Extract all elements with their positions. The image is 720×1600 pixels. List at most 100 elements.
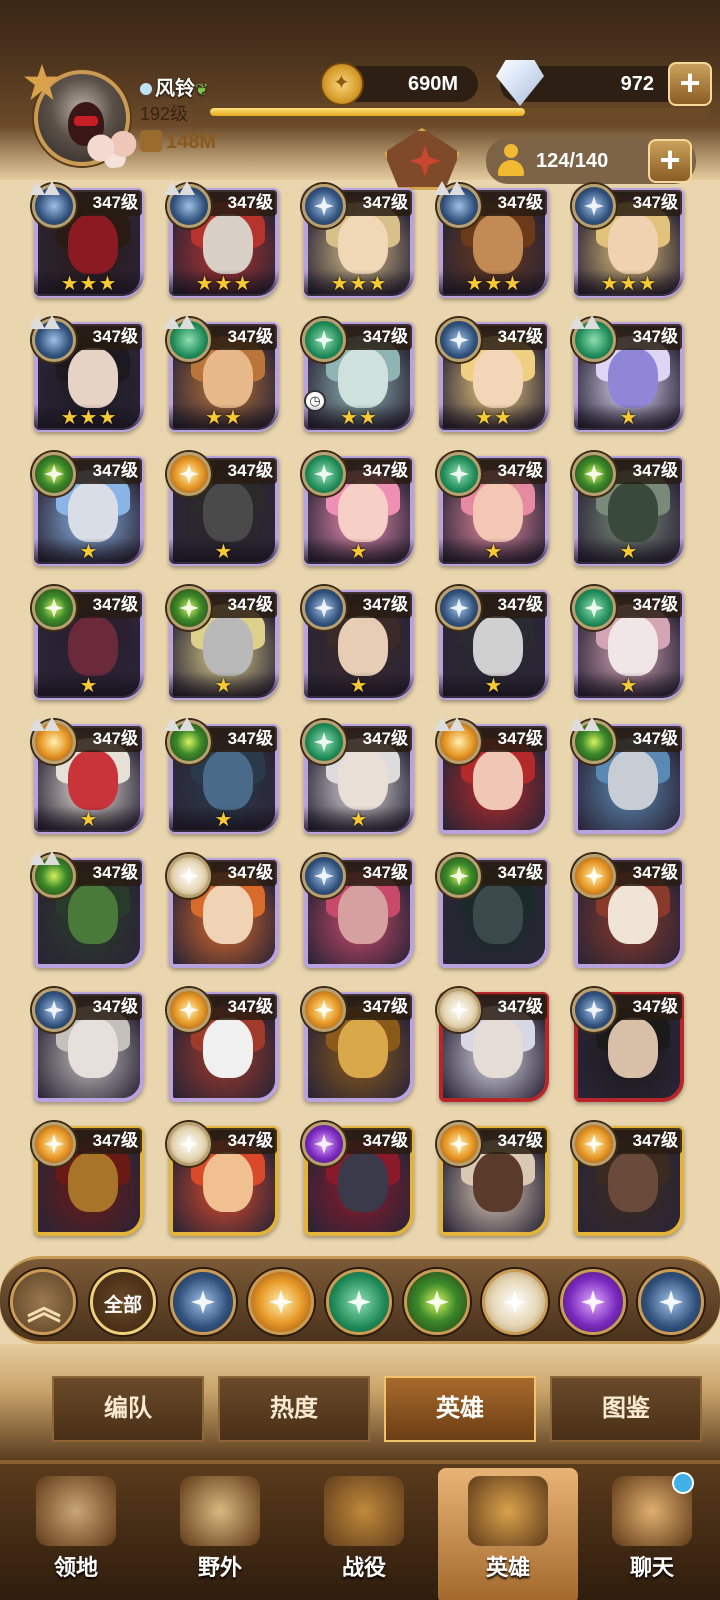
hero-card[interactable]: 347级 xyxy=(570,988,686,1104)
faction-green-icon xyxy=(302,318,346,362)
castle-icon xyxy=(36,1476,116,1546)
xp-bar-fill xyxy=(210,108,525,116)
hero-card[interactable]: 347级 xyxy=(300,854,416,970)
dimensional-filter[interactable] xyxy=(638,1269,704,1335)
hero-stars: ★ xyxy=(574,672,684,698)
hero-card[interactable]: 347级 ★★★ xyxy=(165,184,281,300)
nav-item-2[interactable]: 战役 xyxy=(294,1468,434,1600)
hero-card[interactable]: 347级 ★ xyxy=(570,318,686,434)
chevron-double-up-icon[interactable] xyxy=(10,1269,76,1335)
faction-blue-icon xyxy=(302,854,346,898)
hero-card[interactable]: 347级 xyxy=(435,988,551,1104)
hero-stars: ★ xyxy=(304,538,414,564)
faction-green-icon xyxy=(437,452,481,496)
faction-eye-icon xyxy=(167,720,211,764)
hero-card[interactable]: 347级 ★ xyxy=(165,586,281,702)
nav-item-4[interactable]: 聊天 xyxy=(582,1468,720,1600)
hypogean-filter[interactable] xyxy=(560,1269,626,1335)
subtab-2[interactable]: 英雄 xyxy=(384,1376,536,1442)
faction-blue-icon xyxy=(167,184,211,228)
wilder-filter[interactable] xyxy=(326,1269,392,1335)
hero-stars: ★★★ xyxy=(304,270,414,296)
nav-item-3[interactable]: 英雄 xyxy=(438,1468,578,1600)
hero-card[interactable]: 347级 ★ xyxy=(30,586,146,702)
celestial-filter[interactable] xyxy=(482,1269,548,1335)
subtab-1[interactable]: 热度 xyxy=(218,1376,370,1442)
mauler-filter[interactable] xyxy=(248,1269,314,1335)
hero-card[interactable]: 347级 xyxy=(165,988,281,1104)
hero-card[interactable]: 347级 ★ xyxy=(165,452,281,568)
filter-all-button[interactable]: 全部 xyxy=(90,1269,156,1335)
nav-item-0[interactable]: 领地 xyxy=(6,1468,146,1600)
hero-card[interactable]: 347级 ★ xyxy=(435,586,551,702)
faction-eye-icon xyxy=(572,720,616,764)
hero-card[interactable]: 347级 ★ xyxy=(300,452,416,568)
xp-bar xyxy=(210,108,710,116)
hero-card[interactable]: 347级 ★ xyxy=(435,452,551,568)
hero-card[interactable]: 347级 xyxy=(165,854,281,970)
faction-orange-icon xyxy=(572,854,616,898)
hero-card[interactable]: 347级 ★ xyxy=(30,452,146,568)
hero-card[interactable]: 347级 ★★★ xyxy=(30,184,146,300)
player-name: 风铃 xyxy=(155,78,195,100)
hero-stars: ★ xyxy=(169,806,279,832)
battle-shield-icon xyxy=(324,1476,404,1546)
hero-card[interactable]: 347级 ★★★ xyxy=(300,184,416,300)
hero-card[interactable]: 347级 ★ xyxy=(30,720,146,836)
hero-card[interactable]: 347级 xyxy=(300,988,416,1104)
hero-card[interactable]: 347级 xyxy=(570,1122,686,1238)
hero-card[interactable]: 347级 ★★ xyxy=(435,318,551,434)
faction-orange-icon xyxy=(167,452,211,496)
hero-card[interactable]: 347级 ★★★ xyxy=(570,184,686,300)
faction-blue-icon xyxy=(302,586,346,630)
hero-card[interactable]: 347级 ★★★ xyxy=(435,184,551,300)
faction-blue-icon xyxy=(32,184,76,228)
faction-white-icon xyxy=(167,1122,211,1166)
hero-card[interactable]: 347级 ★★★ xyxy=(30,318,146,434)
hero-card[interactable]: 347级 ★ xyxy=(300,586,416,702)
gold-counter[interactable]: 690M xyxy=(320,62,478,106)
faction-white-icon xyxy=(167,854,211,898)
hero-card[interactable]: 347级 xyxy=(300,1122,416,1238)
hero-card[interactable]: 347级 ◷ ★★ xyxy=(300,318,416,434)
nav-label: 英雄 xyxy=(485,1555,530,1580)
lightbearer-filter[interactable] xyxy=(170,1269,236,1335)
hero-card[interactable]: 347级 xyxy=(30,988,146,1104)
hero-card[interactable]: 347级 xyxy=(435,1122,551,1238)
player-level: 192级 xyxy=(140,104,189,124)
hero-stars: ★ xyxy=(169,672,279,698)
gold-value: 690M xyxy=(407,73,458,95)
faction-orange-icon xyxy=(167,988,211,1032)
hero-card[interactable]: 347级 xyxy=(30,854,146,970)
hero-card[interactable]: 347级 xyxy=(435,854,551,970)
hero-card[interactable]: 347级 xyxy=(435,720,551,836)
nav-label: 领地 xyxy=(53,1555,98,1580)
hero-stars: ★★★ xyxy=(439,270,549,296)
hero-card[interactable]: 347级 ★★ xyxy=(165,318,281,434)
faction-green-icon xyxy=(572,586,616,630)
nav-item-1[interactable]: 野外 xyxy=(150,1468,290,1600)
add-gems-button[interactable]: + xyxy=(668,62,712,106)
hero-card[interactable]: 347级 ★ xyxy=(570,452,686,568)
hero-stars: ★★★ xyxy=(574,270,684,296)
hero-emblem-icon[interactable] xyxy=(384,128,460,190)
hero-card[interactable]: 347级 ★ xyxy=(570,586,686,702)
player-avatar[interactable] xyxy=(24,64,140,180)
hero-stars: ★ xyxy=(574,404,684,430)
subtab-0[interactable]: 编队 xyxy=(52,1376,204,1442)
expand-roster-button[interactable]: + xyxy=(648,139,692,183)
faction-orange-icon xyxy=(302,988,346,1032)
faction-eye-icon xyxy=(32,452,76,496)
hero-card[interactable]: 347级 ★ xyxy=(165,720,281,836)
nav-label: 战役 xyxy=(341,1555,386,1580)
faction-eye-icon xyxy=(32,586,76,630)
graveborn-filter[interactable] xyxy=(404,1269,470,1335)
hero-stars: ★ xyxy=(304,806,414,832)
subtab-3[interactable]: 图鉴 xyxy=(550,1376,702,1442)
roster-count: 124/140 xyxy=(536,150,609,172)
hero-card[interactable]: 347级 xyxy=(570,854,686,970)
hero-card[interactable]: 347级 xyxy=(165,1122,281,1238)
hero-card[interactable]: 347级 xyxy=(30,1122,146,1238)
hero-card[interactable]: 347级 ★ xyxy=(300,720,416,836)
hero-card[interactable]: 347级 xyxy=(570,720,686,836)
